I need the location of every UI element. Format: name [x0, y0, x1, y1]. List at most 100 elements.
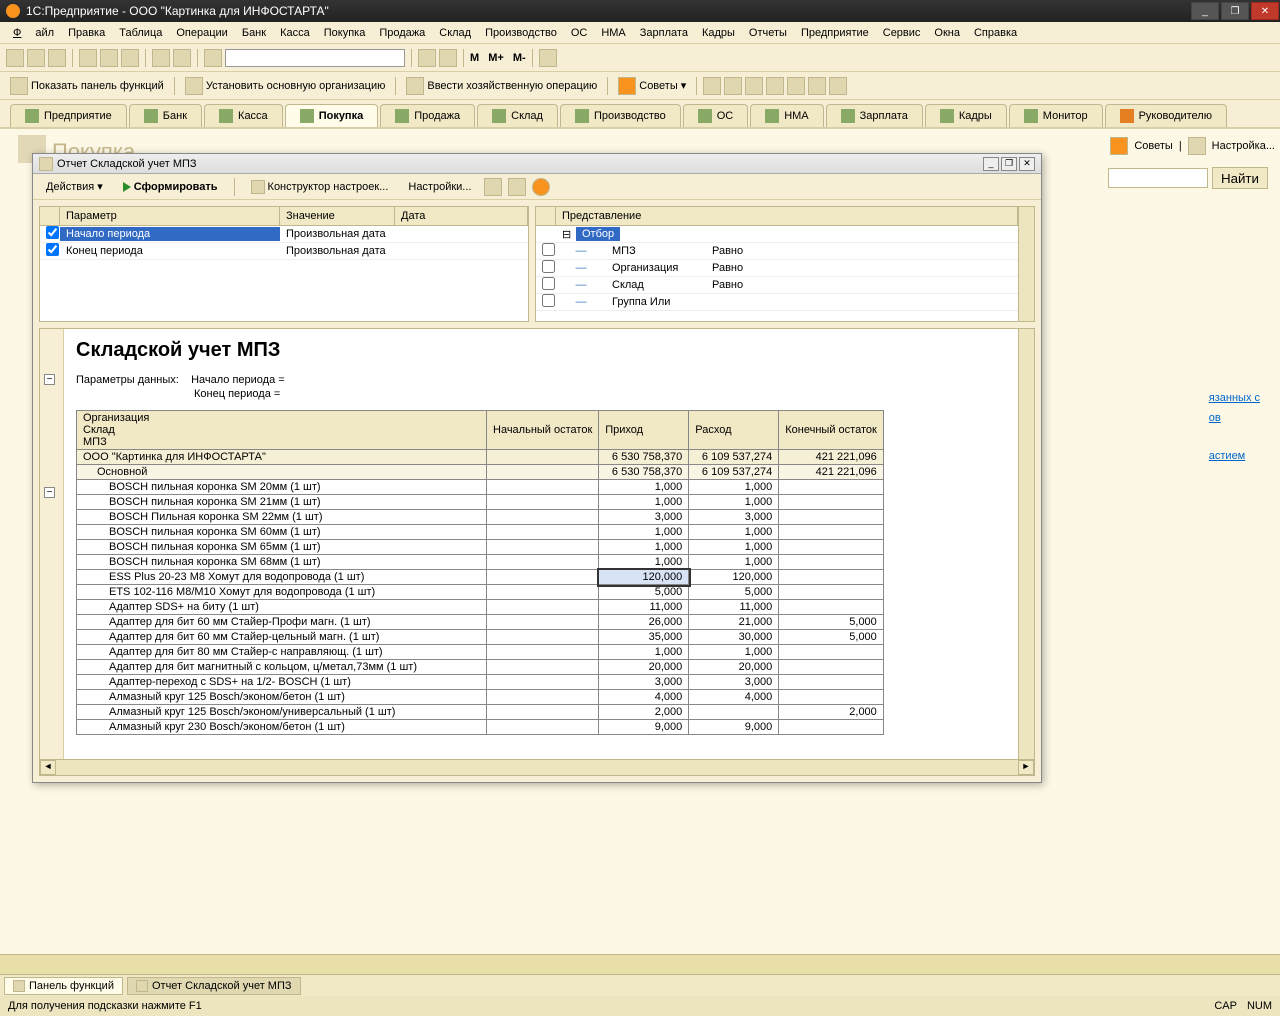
param-name[interactable]: Конец периода: [60, 244, 280, 258]
menu-sklad[interactable]: Склад: [432, 25, 478, 41]
tb-m-button[interactable]: M: [470, 52, 479, 64]
menu-service[interactable]: Сервис: [876, 25, 928, 41]
menu-pokupka[interactable]: Покупка: [317, 25, 373, 41]
menu-bank[interactable]: Банк: [235, 25, 273, 41]
tb-paste-icon[interactable]: [121, 49, 139, 67]
param-value[interactable]: Произвольная дата: [280, 227, 395, 241]
menu-zarplata[interactable]: Зарплата: [633, 25, 695, 41]
menu-help[interactable]: Справка: [967, 25, 1024, 41]
menu-os[interactable]: ОС: [564, 25, 595, 41]
side-link-1[interactable]: язанных с: [1209, 389, 1260, 409]
tab-kadry[interactable]: Кадры: [925, 104, 1007, 127]
tree-node-1[interactable]: −: [44, 374, 55, 385]
page-search-input[interactable]: [1108, 168, 1208, 188]
tab-predpriyatie[interactable]: Предприятие: [10, 104, 127, 127]
table-row[interactable]: Адаптер для бит магнитный с кольцом, ц/м…: [77, 660, 884, 675]
tab-nma[interactable]: НМА: [750, 104, 823, 127]
tb-undo-icon[interactable]: [152, 49, 170, 67]
menu-windows[interactable]: Окна: [927, 25, 967, 41]
menu-kassa[interactable]: Касса: [273, 25, 317, 41]
report-close-button[interactable]: ✕: [1019, 157, 1035, 171]
table-row[interactable]: BOSCH Пильная коронка SM 22мм (1 шт) 3,0…: [77, 510, 884, 525]
tb-copy-icon[interactable]: [100, 49, 118, 67]
report-titlebar[interactable]: Отчет Складской учет МПЗ _ ❐ ✕: [33, 154, 1041, 174]
tab-pokupka[interactable]: Покупка: [285, 104, 379, 127]
tb-search-icon[interactable]: [204, 49, 222, 67]
menu-prodazha[interactable]: Продажа: [372, 25, 432, 41]
tb-cut-icon[interactable]: [79, 49, 97, 67]
tb-mminus-button[interactable]: M-: [513, 52, 526, 64]
report-actions-button[interactable]: Действия ▾: [39, 177, 110, 196]
table-row[interactable]: Алмазный круг 230 Bosch/эконом/бетон (1 …: [77, 720, 884, 735]
filter-field[interactable]: МПЗ: [606, 244, 706, 258]
param-value[interactable]: Произвольная дата: [280, 244, 395, 258]
filter-checkbox[interactable]: [542, 260, 555, 273]
filter-field[interactable]: Склад: [606, 278, 706, 292]
tb-calc-icon[interactable]: [418, 49, 436, 67]
tab-kassa[interactable]: Касса: [204, 104, 283, 127]
param-date[interactable]: [395, 233, 528, 235]
tb-mplus-button[interactable]: M+: [488, 52, 504, 64]
taskbar-item-panel[interactable]: Панель функций: [4, 977, 123, 995]
table-row[interactable]: BOSCH пильная коронка SM 68мм (1 шт) 1,0…: [77, 555, 884, 570]
menu-table[interactable]: Таблица: [112, 25, 169, 41]
table-row[interactable]: Адаптер для бит 60 мм Стайер-Профи магн.…: [77, 615, 884, 630]
tab-prodazha[interactable]: Продажа: [380, 104, 475, 127]
menu-operations[interactable]: Операции: [169, 25, 234, 41]
report-constructor-button[interactable]: Конструктор настроек...: [244, 177, 396, 197]
hscroll-right[interactable]: ►: [1018, 760, 1034, 775]
tb-calendar-icon[interactable]: [439, 49, 457, 67]
menu-predpriyatie[interactable]: Предприятие: [794, 25, 876, 41]
tab-proizvodstvo[interactable]: Производство: [560, 104, 681, 127]
tab-rukovoditelyu[interactable]: Руководителю: [1105, 104, 1227, 127]
table-row[interactable]: BOSCH пильная коронка SM 60мм (1 шт) 1,0…: [77, 525, 884, 540]
tb-misc4-icon[interactable]: [766, 77, 784, 95]
table-row[interactable]: Адаптер для бит 80 мм Стайер-с направляю…: [77, 645, 884, 660]
window-close-button[interactable]: ✕: [1251, 2, 1279, 20]
menu-file[interactable]: Файл: [6, 25, 61, 41]
right-settings-link[interactable]: Настройка...: [1212, 140, 1275, 152]
table-row[interactable]: ООО "Картинка для ИНФОСТАРТА" 6 530 758,…: [77, 450, 884, 465]
table-row[interactable]: Адаптер-переход с SDS+ на 1/2- BOSCH (1 …: [77, 675, 884, 690]
tb-wrench-icon[interactable]: [539, 49, 557, 67]
tab-zarplata[interactable]: Зарплата: [826, 104, 923, 127]
report-tb-icon1[interactable]: [484, 178, 502, 196]
table-row[interactable]: ETS 102-116 M8/M10 Хомут для водопровода…: [77, 585, 884, 600]
tab-bank[interactable]: Банк: [129, 104, 202, 127]
tb-misc1-icon[interactable]: [703, 77, 721, 95]
tb-redo-icon[interactable]: [173, 49, 191, 67]
filter-op[interactable]: Равно: [706, 261, 749, 275]
tb-misc7-icon[interactable]: [829, 77, 847, 95]
page-search-button[interactable]: Найти: [1212, 167, 1268, 189]
help-icon[interactable]: [532, 178, 550, 196]
report-max-button[interactable]: ❐: [1001, 157, 1017, 171]
filter-checkbox[interactable]: [542, 277, 555, 290]
table-row[interactable]: BOSCH пильная коронка SM 21мм (1 шт) 1,0…: [77, 495, 884, 510]
report-table[interactable]: ОрганизацияСкладМПЗ Начальный остаток Пр…: [76, 410, 884, 735]
report-min-button[interactable]: _: [983, 157, 999, 171]
menu-kadry[interactable]: Кадры: [695, 25, 742, 41]
filter-field[interactable]: Организация: [606, 261, 706, 275]
tb-misc6-icon[interactable]: [808, 77, 826, 95]
side-link-3[interactable]: астием: [1209, 447, 1260, 467]
hscroll-left[interactable]: ◄: [40, 760, 56, 775]
report-vscroll[interactable]: [1018, 329, 1034, 759]
params-right-vscroll[interactable]: [1018, 207, 1034, 321]
tb-open-icon[interactable]: [27, 49, 45, 67]
tb-misc5-icon[interactable]: [787, 77, 805, 95]
menu-nma[interactable]: НМА: [594, 25, 632, 41]
report-hscroll[interactable]: ◄ ►: [40, 759, 1034, 775]
report-settings-button[interactable]: Настройки...: [401, 178, 478, 196]
filter-checkbox[interactable]: [542, 243, 555, 256]
tb-new-icon[interactable]: [6, 49, 24, 67]
window-restore-button[interactable]: ❐: [1221, 2, 1249, 20]
right-tips-link[interactable]: Советы: [1134, 140, 1172, 152]
report-form-button[interactable]: Сформировать: [116, 178, 225, 196]
tb-show-panel-button[interactable]: Показать панель функций: [6, 75, 168, 97]
param-date[interactable]: [395, 250, 528, 252]
tab-monitor[interactable]: Монитор: [1009, 104, 1103, 127]
side-link-2[interactable]: ов: [1209, 409, 1260, 429]
filter-op[interactable]: [706, 301, 718, 303]
menu-otchety[interactable]: Отчеты: [742, 25, 794, 41]
table-row[interactable]: Адаптер для бит 60 мм Стайер-цельный маг…: [77, 630, 884, 645]
